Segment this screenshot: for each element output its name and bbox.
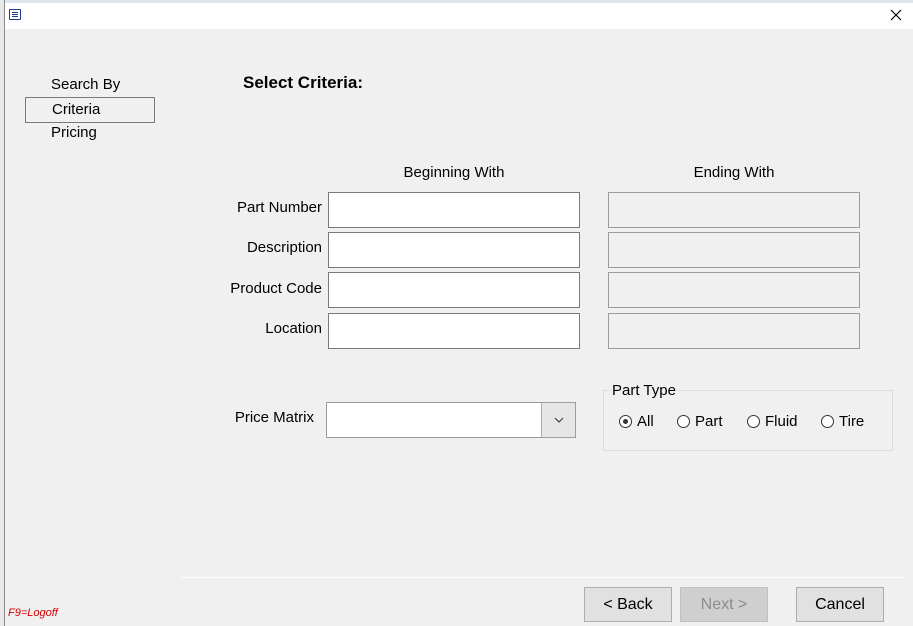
app-window-icon [9,9,21,20]
product-code-begin-input[interactable] [328,272,580,308]
radio-empty-icon [821,414,834,428]
cancel-button[interactable]: Cancel [796,587,884,622]
column-header-beginning: Beginning With [403,164,505,181]
radio-part[interactable]: Part [677,411,723,431]
location-begin-input[interactable] [328,313,580,349]
radio-empty-icon [747,414,760,428]
next-button: Next > [680,587,768,622]
price-matrix-select[interactable] [326,402,576,438]
radio-all[interactable]: All [619,411,654,431]
product-code-end-input [608,272,860,308]
dropdown-button[interactable] [541,403,575,437]
radio-part-label: Part [695,412,723,430]
radio-empty-icon [677,414,690,428]
part-number-label: Part Number [236,199,322,216]
description-end-input [608,232,860,268]
page-title: Select Criteria: [243,73,363,92]
nav-heading: Search By [51,76,121,93]
description-label: Description [246,239,322,256]
description-begin-input[interactable] [328,232,580,268]
radio-selected-icon [619,414,632,428]
location-label: Location [265,320,322,337]
logoff-hint: F9=Logoff [8,607,58,619]
close-button[interactable] [878,3,913,27]
title-bar [5,3,913,29]
back-button[interactable]: < Back [584,587,672,622]
background-app-edge [0,0,5,626]
column-header-ending: Ending With [693,164,775,181]
radio-fluid[interactable]: Fluid [747,411,798,431]
location-end-input [608,313,860,349]
chevron-down-icon [554,417,563,423]
price-matrix-label: Price Matrix [234,409,314,426]
product-code-label: Product Code [230,280,322,297]
radio-all-label: All [637,412,654,430]
part-type-label: Part Type [610,382,678,399]
radio-fluid-label: Fluid [765,412,798,430]
part-number-begin-input[interactable] [328,192,580,228]
nav-item-pricing[interactable]: Pricing [25,121,155,147]
footer-divider [181,577,904,578]
radio-tire[interactable]: Tire [821,411,864,431]
radio-tire-label: Tire [839,412,865,430]
nav-item-criteria[interactable]: Criteria [25,97,155,123]
close-icon [890,9,901,21]
part-number-end-input [608,192,860,228]
